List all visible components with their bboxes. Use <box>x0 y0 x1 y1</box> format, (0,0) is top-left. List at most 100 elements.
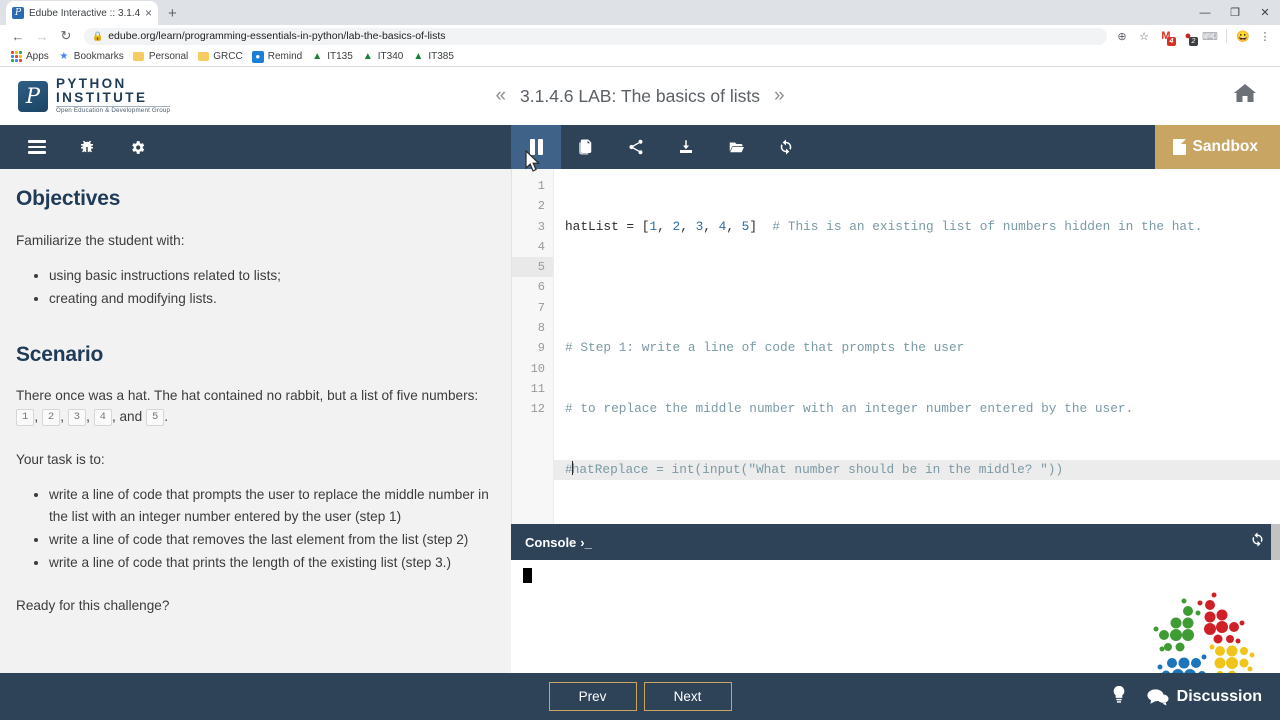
logo-line1: PYTHON <box>56 76 127 92</box>
code-line-text: #hatReplace = int(input("What number sho… <box>565 461 1064 478</box>
list-item: creating and modifying lists. <box>49 288 489 309</box>
prev-button[interactable]: Prev <box>548 682 637 711</box>
translate-extension-icon[interactable]: ⌨ <box>1201 27 1219 45</box>
list-item: using basic instructions related to list… <box>49 265 489 286</box>
sandbox-label: Sandbox <box>1192 138 1258 155</box>
open-file-button[interactable] <box>711 125 761 169</box>
sandbox-button[interactable]: Sandbox <box>1154 125 1280 169</box>
bookmark-label: GRCC <box>213 51 243 62</box>
extension-badge: 2 <box>1189 37 1198 46</box>
home-icon[interactable] <box>1232 82 1258 110</box>
copy-button[interactable] <box>561 125 611 169</box>
logo-tagline: Open Education & Development Group <box>56 106 171 115</box>
bookmark-apps[interactable]: Apps <box>8 51 56 63</box>
bookmark-it385[interactable]: ▲ IT385 <box>410 51 461 63</box>
lesson-nav: « 3.1.4.6 LAB: The basics of lists » <box>0 67 1280 125</box>
reset-button[interactable] <box>761 125 811 169</box>
settings-button[interactable] <box>112 125 162 169</box>
code-line: # to replace the middle number with an i… <box>554 399 1280 419</box>
prev-lesson-button[interactable]: « <box>495 85 506 107</box>
bottom-right-actions: Discussion <box>1111 685 1262 709</box>
refresh-icon <box>1252 532 1263 547</box>
gmail-extension-icon[interactable]: M 4 <box>1157 27 1176 46</box>
browser-tab[interactable]: P Edube Interactive :: 3.1.4.6 LAB: T × <box>6 1 158 25</box>
toolbar-divider <box>1226 29 1227 43</box>
list-item: write a line of code that prompts the us… <box>49 484 489 526</box>
sep: , <box>60 409 68 425</box>
edube-dots-logo <box>1153 592 1255 673</box>
console-header: Console ›_ <box>511 524 1280 560</box>
bookmark-grcc[interactable]: GRCC <box>195 51 249 63</box>
bookmark-bookmarks[interactable]: ★ Bookmarks <box>56 51 131 63</box>
share-button[interactable] <box>611 125 661 169</box>
hint-button[interactable] <box>1111 685 1127 709</box>
new-tab-button[interactable]: + <box>168 5 177 22</box>
reload-button[interactable]: ↻ <box>54 28 78 44</box>
logo-mark-icon: P <box>18 80 48 112</box>
bookmark-star-icon[interactable]: ☆ <box>1135 27 1153 45</box>
console-refresh-button[interactable] <box>1249 531 1266 553</box>
code-line: # Step 1: write a line of code that prom… <box>554 338 1280 358</box>
code-line-text: hatList = [1, 2, 3, 4, 5] # This is an e… <box>565 218 1203 234</box>
line-number: 10 <box>530 361 545 376</box>
sep: , <box>86 409 94 425</box>
bookmark-personal[interactable]: Personal <box>131 51 195 63</box>
code-line: hatList = [1, 2, 3, 4, 5] # This is an e… <box>554 217 1280 237</box>
document-icon <box>1172 139 1186 155</box>
code-line-text: # to replace the middle number with an i… <box>565 401 1134 417</box>
folder-icon <box>133 51 145 63</box>
bug-report-button[interactable] <box>62 125 112 169</box>
bookmark-label: Bookmarks <box>73 51 124 62</box>
bookmark-remind[interactable]: ● Remind <box>250 50 309 63</box>
console-cursor <box>523 568 532 583</box>
python-institute-logo[interactable]: P PYTHON INSTITUTE Open Education & Deve… <box>0 76 171 115</box>
code-editor[interactable]: 1 2 3 4 5 6 7 8 9 10 11 12 hatList = [1,… <box>511 169 1280 524</box>
line-number: 2 <box>537 199 545 214</box>
extension-icon[interactable]: ● 2 <box>1179 27 1198 46</box>
window-close-icon[interactable]: ✕ <box>1250 0 1280 25</box>
editor-toolbar: Sandbox <box>511 125 1280 169</box>
next-button[interactable]: Next <box>643 682 732 711</box>
chrome-menu-icon[interactable]: ⋮ <box>1256 27 1274 45</box>
minimize-icon[interactable]: — <box>1190 0 1220 25</box>
closing-text: Ready for this challenge? <box>16 597 170 613</box>
page-title: 3.1.4.6 LAB: The basics of lists <box>520 85 760 106</box>
logo-line2: INSTITUTE <box>56 90 148 106</box>
tab-title: Edube Interactive :: 3.1.4.6 LAB: T <box>29 7 140 19</box>
lock-icon: 🔒 <box>92 30 104 41</box>
star-icon: ★ <box>59 51 69 62</box>
next-lesson-button[interactable]: » <box>774 85 785 107</box>
scenario-heading: Scenario <box>16 342 104 366</box>
code-chip: 1 <box>16 409 35 426</box>
console-output[interactable] <box>511 560 1280 673</box>
maximize-icon[interactable]: ❐ <box>1220 0 1250 25</box>
drive-icon: ▲ <box>362 51 373 62</box>
bookmark-label: Apps <box>26 51 49 62</box>
menu-button[interactable] <box>12 125 62 169</box>
download-button[interactable] <box>661 125 711 169</box>
task-intro: Your task is to: <box>16 452 105 468</box>
line-number-active: 5 <box>512 257 553 278</box>
avatar[interactable]: 😀 <box>1234 27 1252 45</box>
line-number: 1 <box>537 179 545 193</box>
line-number-gutter: 1 2 3 4 5 6 7 8 9 10 11 12 <box>512 169 554 524</box>
discussion-button[interactable]: Discussion <box>1147 688 1262 706</box>
apps-grid-icon <box>10 51 22 63</box>
close-icon[interactable]: × <box>145 7 152 19</box>
bookmark-it135[interactable]: ▲ IT135 <box>309 51 360 63</box>
bookmark-label: IT135 <box>327 51 353 62</box>
code-line-active: #hatReplace = int(input("What number sho… <box>554 460 1280 481</box>
code-chip: 2 <box>41 409 61 426</box>
copy-icon <box>579 139 592 155</box>
editor-panel: Sandbox 1 2 3 4 5 6 7 8 9 10 11 12 hatLi… <box>511 125 1280 673</box>
back-button[interactable]: ← <box>6 29 30 44</box>
bookmark-it340[interactable]: ▲ IT340 <box>360 51 411 63</box>
zoom-icon[interactable]: ⊕ <box>1113 27 1131 45</box>
code-text[interactable]: hatList = [1, 2, 3, 4, 5] # This is an e… <box>554 169 1280 524</box>
window-controls: — ❐ ✕ <box>1190 0 1280 25</box>
address-bar[interactable]: 🔒 edube.org/learn/programming-essentials… <box>84 27 1107 45</box>
line-number: 11 <box>530 381 545 396</box>
url-text: edube.org/learn/programming-essentials-i… <box>108 30 446 42</box>
pause-run-button[interactable] <box>511 125 561 169</box>
